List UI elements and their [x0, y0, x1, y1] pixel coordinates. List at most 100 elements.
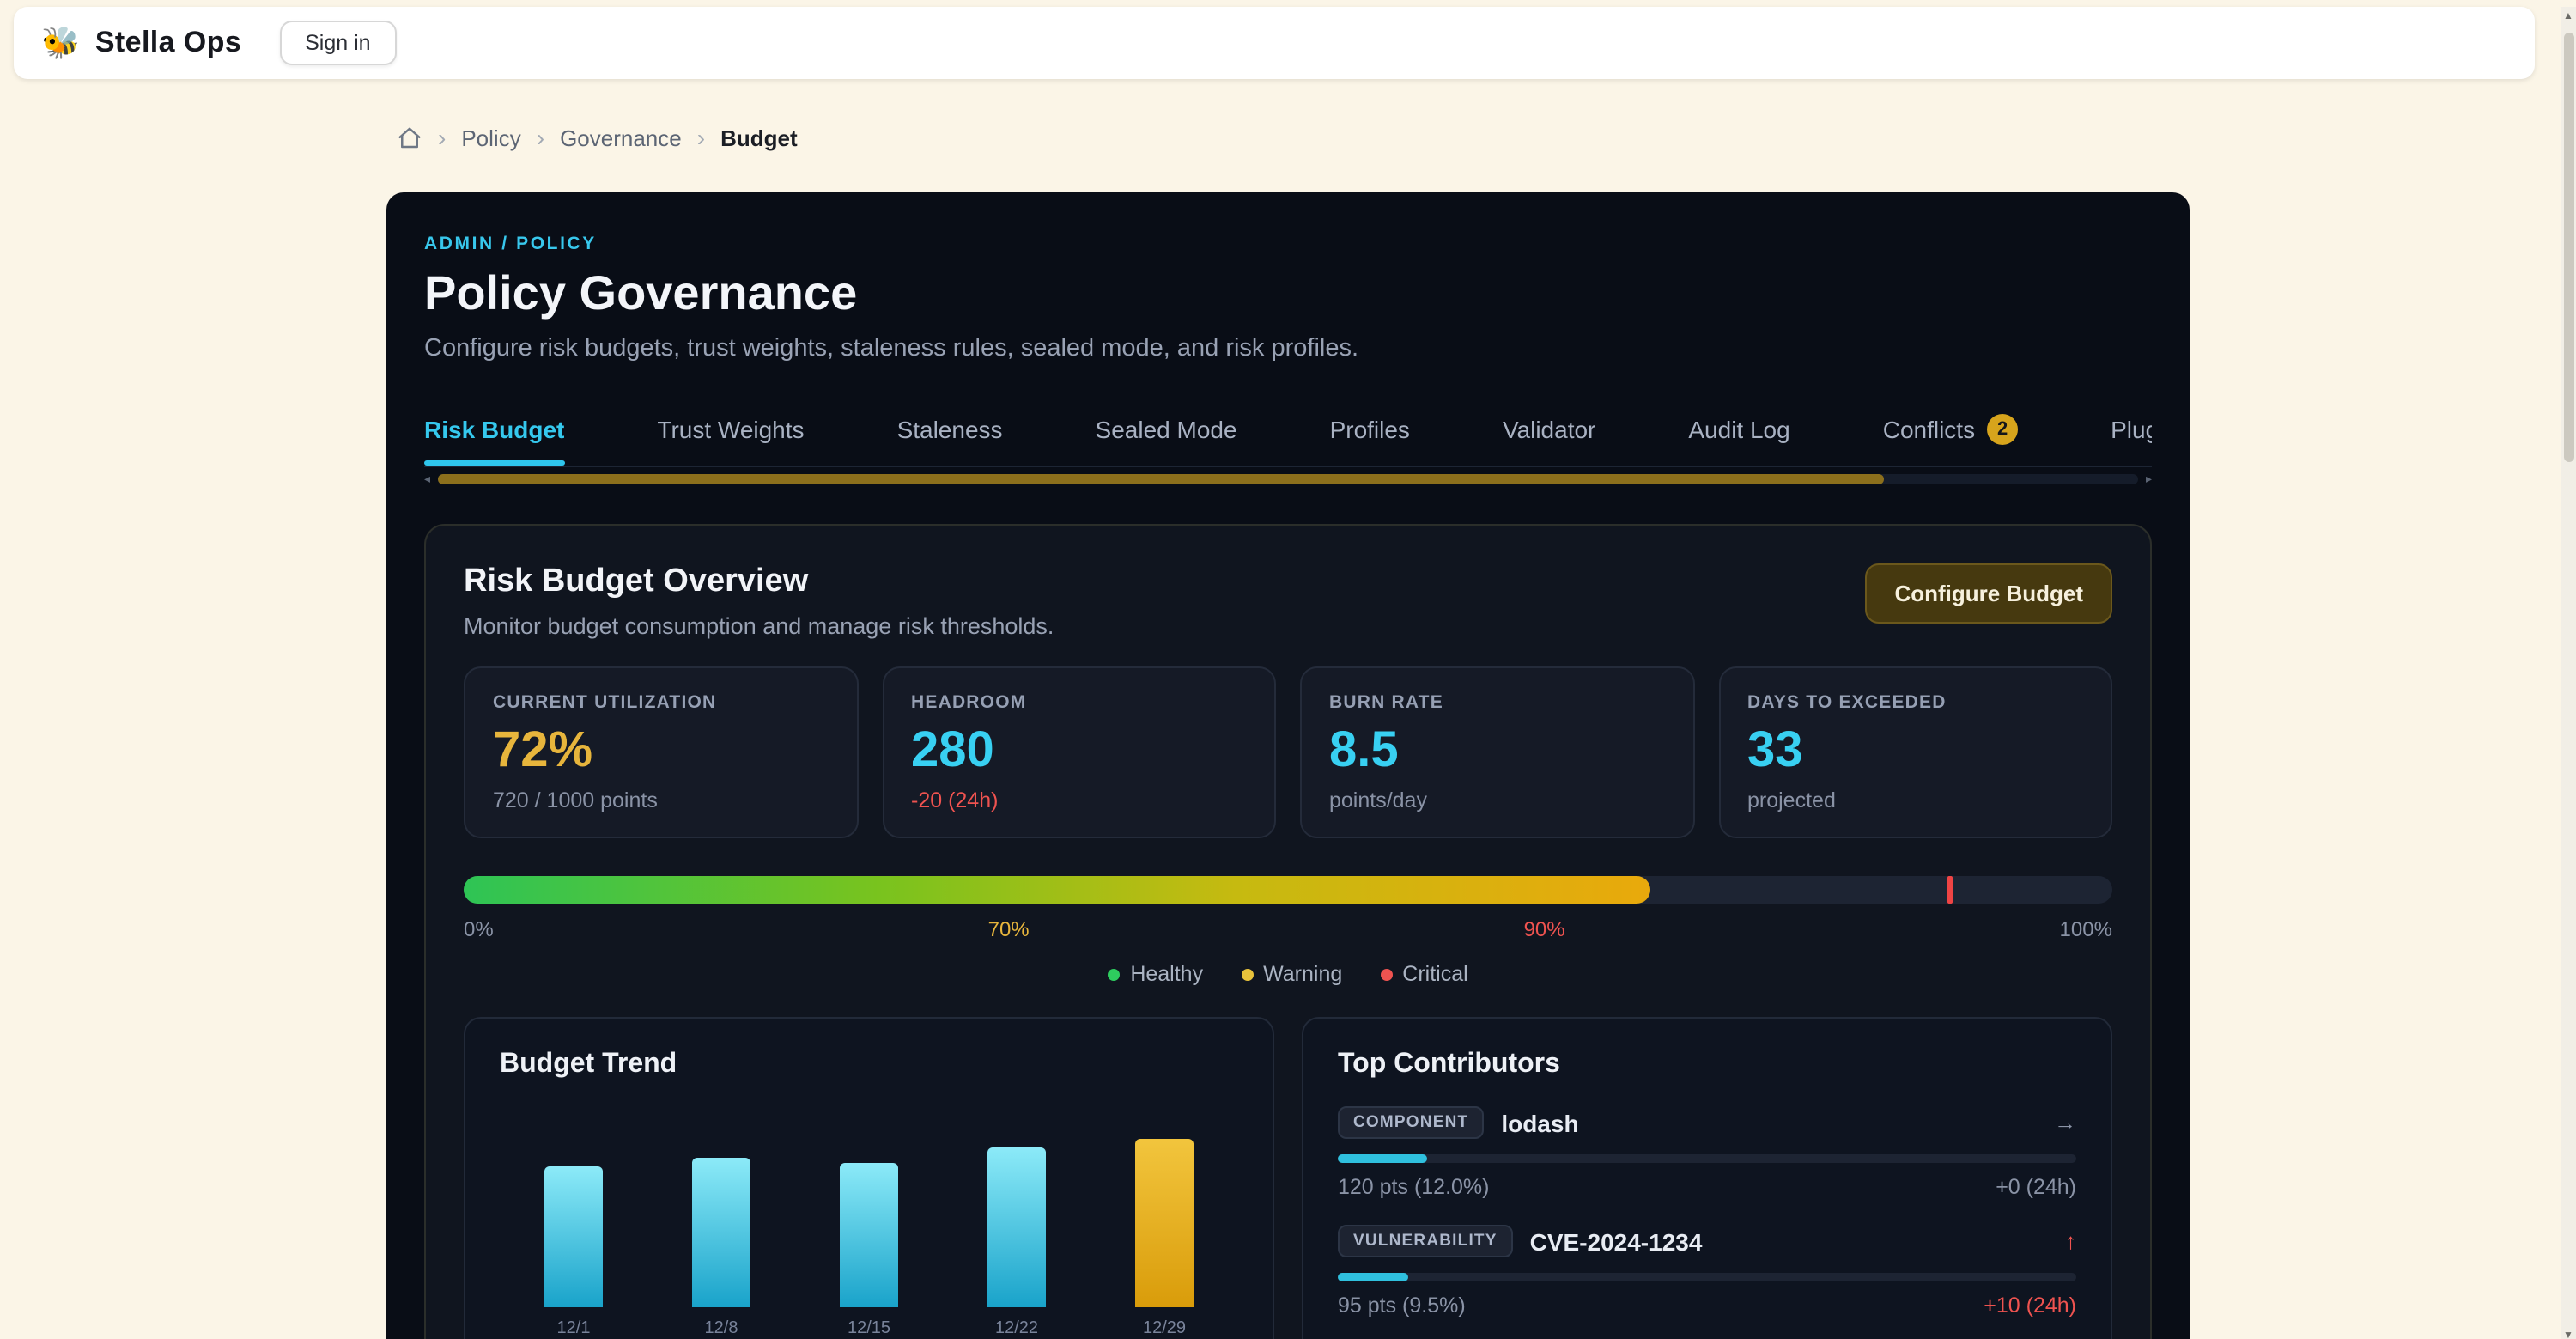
page-title: Policy Governance [424, 266, 2152, 321]
tab-trust-weights[interactable]: Trust Weights [657, 397, 804, 466]
trend-bar [544, 1166, 603, 1307]
stat-card: CURRENT UTILIZATION 72% 720 / 1000 point… [464, 666, 858, 838]
detail-cards-row: Budget Trend 12/1 12/8 12/15 12/22 12/29… [464, 1017, 2112, 1339]
contributor-name: lodash [1501, 1109, 1578, 1136]
trend-bar-label: 12/29 [1143, 1319, 1186, 1338]
configure-budget-button[interactable]: Configure Budget [1865, 563, 2112, 624]
stat-value: 72% [493, 723, 829, 780]
critical-dot-icon [1380, 968, 1392, 980]
tab-scrollbar-track[interactable] [437, 474, 2139, 484]
trend-bar-slot: 12/1 [544, 1125, 603, 1338]
app-header: 🐝 Stella Ops Sign in [14, 7, 2535, 79]
stat-card: BURN RATE 8.5 points/day [1300, 666, 1694, 838]
utilization-track [464, 876, 2112, 904]
contribution-bar-fill [1338, 1273, 1408, 1281]
breadcrumb-separator: › [438, 124, 446, 151]
type-badge: COMPONENT [1338, 1106, 1484, 1139]
legend-warning: Warning [1241, 962, 1342, 986]
type-badge: VULNERABILITY [1338, 1225, 1513, 1257]
legend-critical: Critical [1380, 962, 1467, 986]
tab-audit-log[interactable]: Audit Log [1688, 397, 1789, 466]
trend-bar-label: 12/8 [705, 1319, 738, 1338]
tab-risk-budget[interactable]: Risk Budget [424, 397, 564, 466]
tab-scrollbar: ◂ ▸ [424, 469, 2152, 490]
stat-sub: projected [1747, 788, 2083, 813]
stat-value: 33 [1747, 723, 2083, 780]
tab-plugins[interactable]: Plugins [2111, 397, 2152, 466]
top-contributors-card: Top Contributors COMPONENT lodash → 120 … [1302, 1017, 2112, 1339]
tab-conflicts[interactable]: Conflicts 2 [1883, 397, 2018, 466]
stat-label: DAYS TO EXCEEDED [1747, 692, 2083, 713]
budget-trend-card: Budget Trend 12/1 12/8 12/15 12/22 12/29 [464, 1017, 1274, 1339]
stat-sub: 720 / 1000 points [493, 788, 829, 813]
viewport: 🐝 Stella Ops Sign in › Policy › Governan… [0, 7, 2576, 1339]
utilization-fill [464, 876, 1650, 904]
stat-card: DAYS TO EXCEEDED 33 projected [1718, 666, 2112, 838]
bee-logo-icon: 🐝 [41, 27, 80, 58]
trend-icon: ↑ [2065, 1228, 2076, 1254]
legend-healthy: Healthy [1108, 962, 1203, 986]
conflicts-count-badge: 2 [1987, 414, 2018, 445]
stat-value: 280 [911, 723, 1247, 780]
trend-bar [987, 1147, 1046, 1307]
trend-bar-slot: 12/15 [840, 1125, 898, 1338]
contribution-bar [1338, 1154, 2076, 1163]
tab-validator[interactable]: Validator [1503, 397, 1595, 466]
stats-grid: CURRENT UTILIZATION 72% 720 / 1000 point… [464, 666, 2112, 838]
trend-chart: 12/1 12/8 12/15 12/22 12/29 [500, 1125, 1238, 1338]
contributor-points: 95 pts (9.5%) [1338, 1293, 1466, 1318]
tab-profiles[interactable]: Profiles [1330, 397, 1410, 466]
trend-bar-slot: 12/29 [1135, 1125, 1194, 1338]
overview-subtitle: Monitor budget consumption and manage ri… [464, 613, 1054, 639]
scroll-right-icon[interactable]: ▸ [2146, 472, 2152, 486]
trend-bar-label: 12/1 [557, 1319, 591, 1338]
breadcrumb-separator: › [697, 124, 705, 151]
contribution-bar [1338, 1273, 2076, 1281]
overview-card-header: Risk Budget Overview Monitor budget cons… [464, 563, 2112, 639]
scale-label-100: 100% [2060, 917, 2112, 941]
scale-label-90: 90% [1524, 917, 1565, 941]
stat-card: HEADROOM 280 -20 (24h) [882, 666, 1276, 838]
scroll-left-icon[interactable]: ◂ [424, 472, 430, 486]
trend-bar-label: 12/22 [995, 1319, 1038, 1338]
tab-staleness[interactable]: Staleness [897, 397, 1003, 466]
scroll-up-icon[interactable]: ▲ [2563, 12, 2573, 22]
trend-bar-slot: 12/8 [692, 1125, 750, 1338]
healthy-dot-icon [1108, 968, 1120, 980]
critical-marker [1947, 876, 1953, 904]
contributor-row[interactable]: COMPONENT lodash → 120 pts (12.0%) +0 (2… [1338, 1106, 2076, 1199]
trend-bar [1135, 1139, 1194, 1307]
tab-scrollbar-thumb[interactable] [437, 474, 1884, 484]
breadcrumb-budget: Budget [720, 125, 798, 150]
status-legend: Healthy Warning Critical [464, 962, 2112, 986]
breadcrumb-governance[interactable]: Governance [560, 125, 682, 150]
contributor-delta: +0 (24h) [1996, 1175, 2076, 1199]
vertical-scrollbar-thumb[interactable] [2563, 33, 2573, 462]
tab-bar: Risk Budget Trust Weights Staleness Seal… [424, 397, 2152, 467]
scale-label-0: 0% [464, 917, 494, 941]
top-contributors-title: Top Contributors [1338, 1050, 2076, 1080]
home-icon[interactable] [397, 125, 422, 150]
sign-in-button[interactable]: Sign in [279, 21, 396, 65]
utilization-scale: 0% 70% 90% 100% [464, 917, 2112, 941]
tab-sealed-mode[interactable]: Sealed Mode [1096, 397, 1237, 466]
contributor-name: CVE-2024-1234 [1530, 1227, 1703, 1255]
trend-bar [840, 1163, 898, 1307]
scale-label-70: 70% [988, 917, 1030, 941]
page-subtitle: Configure risk budgets, trust weights, s… [424, 335, 2152, 362]
contributors-list: COMPONENT lodash → 120 pts (12.0%) +0 (2… [1338, 1106, 2076, 1339]
trend-bar-label: 12/15 [848, 1319, 890, 1338]
overview-title: Risk Budget Overview [464, 563, 1054, 601]
utilization-section: 0% 70% 90% 100% Healthy Warning [464, 876, 2112, 986]
vertical-scrollbar[interactable]: ▲ ▼ [2561, 7, 2576, 1339]
scroll-down-icon[interactable]: ▼ [2563, 1331, 2573, 1339]
section-eyebrow: ADMIN / POLICY [424, 234, 2152, 254]
stat-sub: points/day [1329, 788, 1665, 813]
contributor-row[interactable]: VULNERABILITY CVE-2024-1234 ↑ 95 pts (9.… [1338, 1225, 2076, 1318]
risk-budget-overview-card: Risk Budget Overview Monitor budget cons… [424, 524, 2152, 1339]
brand-title: Stella Ops [95, 26, 241, 60]
budget-trend-title: Budget Trend [500, 1050, 1238, 1080]
breadcrumb-policy[interactable]: Policy [461, 125, 520, 150]
contributor-points: 120 pts (12.0%) [1338, 1175, 1490, 1199]
stat-label: HEADROOM [911, 692, 1247, 713]
